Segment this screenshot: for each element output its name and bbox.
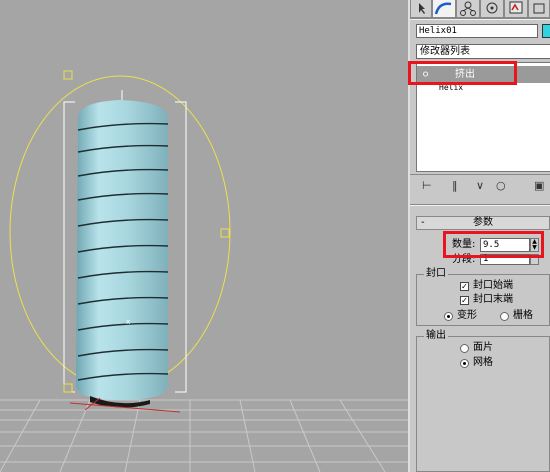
gizmo-box-icon [63, 70, 73, 80]
rollout-title: 参数 [473, 217, 493, 228]
pin-icon[interactable]: ⊢ [422, 180, 432, 192]
cap-end-label: 封口末端 [473, 294, 513, 305]
stack-toolbar: ⊢ ‖ ∨ ○ ▣ [416, 178, 550, 196]
output-title: 输出 [424, 330, 448, 342]
stack-item-helix[interactable]: Helix [439, 83, 463, 92]
amount-spinner[interactable]: ▲ ▼ [530, 238, 539, 252]
grid-radio[interactable] [500, 312, 509, 321]
hierarchy-icon [460, 1, 476, 16]
viewport-scene: x [0, 70, 408, 472]
segments-input[interactable]: 1 [480, 254, 530, 265]
object-color-swatch[interactable] [542, 24, 550, 38]
lightbulb-icon[interactable]: ⚪ [421, 69, 430, 80]
grid-label: 栅格 [513, 310, 533, 321]
cap-start-checkbox[interactable]: ✓ [460, 282, 469, 291]
show-end-icon[interactable]: ‖ [452, 180, 458, 192]
gizmo-box-icon [63, 383, 73, 393]
curve-icon [434, 2, 452, 15]
cap-end-checkbox[interactable]: ✓ [460, 296, 469, 305]
modifier-list-label: 修改器列表 [420, 46, 470, 57]
viewport-marker: x [126, 318, 130, 326]
utilities-icon [533, 3, 545, 14]
gizmo-box-icon [220, 228, 230, 238]
modifier-list-dropdown[interactable]: 修改器列表 [416, 44, 550, 59]
patch-label: 面片 [473, 342, 493, 353]
morph-label: 变形 [457, 310, 477, 321]
morph-radio[interactable] [444, 312, 453, 321]
patch-radio[interactable] [460, 344, 469, 353]
parameters-rollout-header[interactable]: - 参数 [416, 216, 550, 230]
motion-icon [486, 2, 498, 14]
display-icon [509, 1, 523, 14]
stack-item-extrude[interactable]: ⚪ 挤出 [417, 66, 550, 83]
mesh-radio[interactable] [460, 359, 469, 368]
hierarchy-tab[interactable] [456, 0, 480, 18]
remove-modifier-icon[interactable]: ○ [496, 180, 506, 192]
perspective-viewport[interactable]: x [0, 0, 408, 472]
object-name-field[interactable]: Helix01 [416, 24, 538, 38]
amount-input[interactable]: 9.5 [480, 238, 530, 252]
mesh-label: 网格 [473, 357, 493, 368]
display-tab[interactable] [504, 0, 528, 18]
command-panel: Helix01 修改器列表 ⚪ 挤出 Helix ⊢ ‖ ∨ ○ ▣ - 参数 … [408, 0, 550, 472]
select-arrow-icon [419, 3, 425, 14]
modifier-stack[interactable]: ⚪ 挤出 Helix [416, 62, 550, 172]
segments-spinner[interactable] [530, 254, 539, 265]
ground-grid [0, 399, 408, 472]
cap-start-label: 封口始端 [473, 280, 513, 291]
capping-title: 封口 [424, 268, 448, 280]
configure-icon[interactable]: ▣ [534, 180, 544, 192]
make-unique-icon[interactable]: ∨ [476, 180, 484, 192]
stack-item-label: 挤出 [455, 69, 475, 80]
create-tab[interactable] [410, 0, 432, 18]
extruded-helix-object [76, 100, 169, 408]
utilities-tab[interactable] [528, 0, 550, 18]
motion-tab[interactable] [480, 0, 504, 18]
amount-label: 数量: [452, 239, 476, 250]
modify-tab[interactable] [432, 0, 456, 18]
segments-label: 分段: [452, 254, 476, 265]
